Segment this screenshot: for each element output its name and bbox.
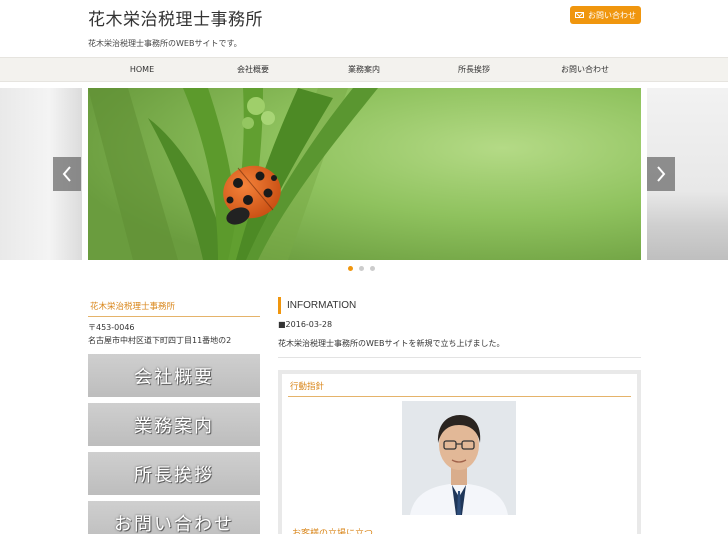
slider-pagination [348,266,375,271]
image-slider [0,88,728,260]
mail-icon [575,12,584,18]
slider-next-button[interactable] [647,157,675,191]
slide-ladybug-image [88,88,641,260]
sidebar-button-greeting[interactable]: 所長挨拶 [88,452,260,495]
chevron-left-icon [62,166,71,182]
slider-prev-button[interactable] [53,157,81,191]
main-nav: HOME 会社概要 業務案内 所長挨拶 お問い合わせ [0,57,728,82]
principle-subtitle: お客様の立場に立つ [292,529,374,534]
nav-item-contact[interactable]: お問い合わせ [545,58,625,81]
site-title[interactable]: 花木栄治税理士事務所 [88,5,263,30]
sidebar-address: 名古屋市中村区道下町四丁目11番地の2 [88,336,232,345]
nav-item-services[interactable]: 業務案内 [324,58,404,81]
principle-title: 行動指針 [288,380,631,397]
divider [278,357,641,358]
nav-item-greeting[interactable]: 所長挨拶 [434,58,514,81]
header-contact-label: お問い合わせ [588,10,636,20]
sidebar-office-name: 花木栄治税理士事務所 [88,300,260,317]
slider-dot-1[interactable] [348,266,353,271]
slider-dot-2[interactable] [359,266,364,271]
information-date: ■2016-03-28 [278,320,333,329]
site-tagline: 花木栄治税理士事務所のWEBサイトです。 [88,39,242,48]
sidebar-button-contact[interactable]: お問い合わせ [88,501,260,534]
information-heading: INFORMATION [278,297,356,314]
nav-item-home[interactable]: HOME [102,58,182,81]
slider-dot-3[interactable] [370,266,375,271]
principle-box: 行動指針 お客様の立場に立つ [278,370,641,534]
chevron-right-icon [657,166,666,182]
information-text: 花木栄治税理士事務所のWEBサイトを新規で立ち上げました。 [278,339,505,348]
ladybug-illustration [88,88,641,260]
sidebar-postal-code: 〒453-0046 [88,323,135,332]
nav-item-company[interactable]: 会社概要 [213,58,293,81]
director-portrait [402,401,516,515]
header-contact-button[interactable]: お問い合わせ [570,6,641,24]
sidebar-button-services[interactable]: 業務案内 [88,403,260,446]
director-photo [402,401,516,515]
page: 花木栄治税理士事務所 花木栄治税理士事務所のWEBサイトです。 お問い合わせ H… [0,0,728,534]
sidebar-button-company[interactable]: 会社概要 [88,354,260,397]
